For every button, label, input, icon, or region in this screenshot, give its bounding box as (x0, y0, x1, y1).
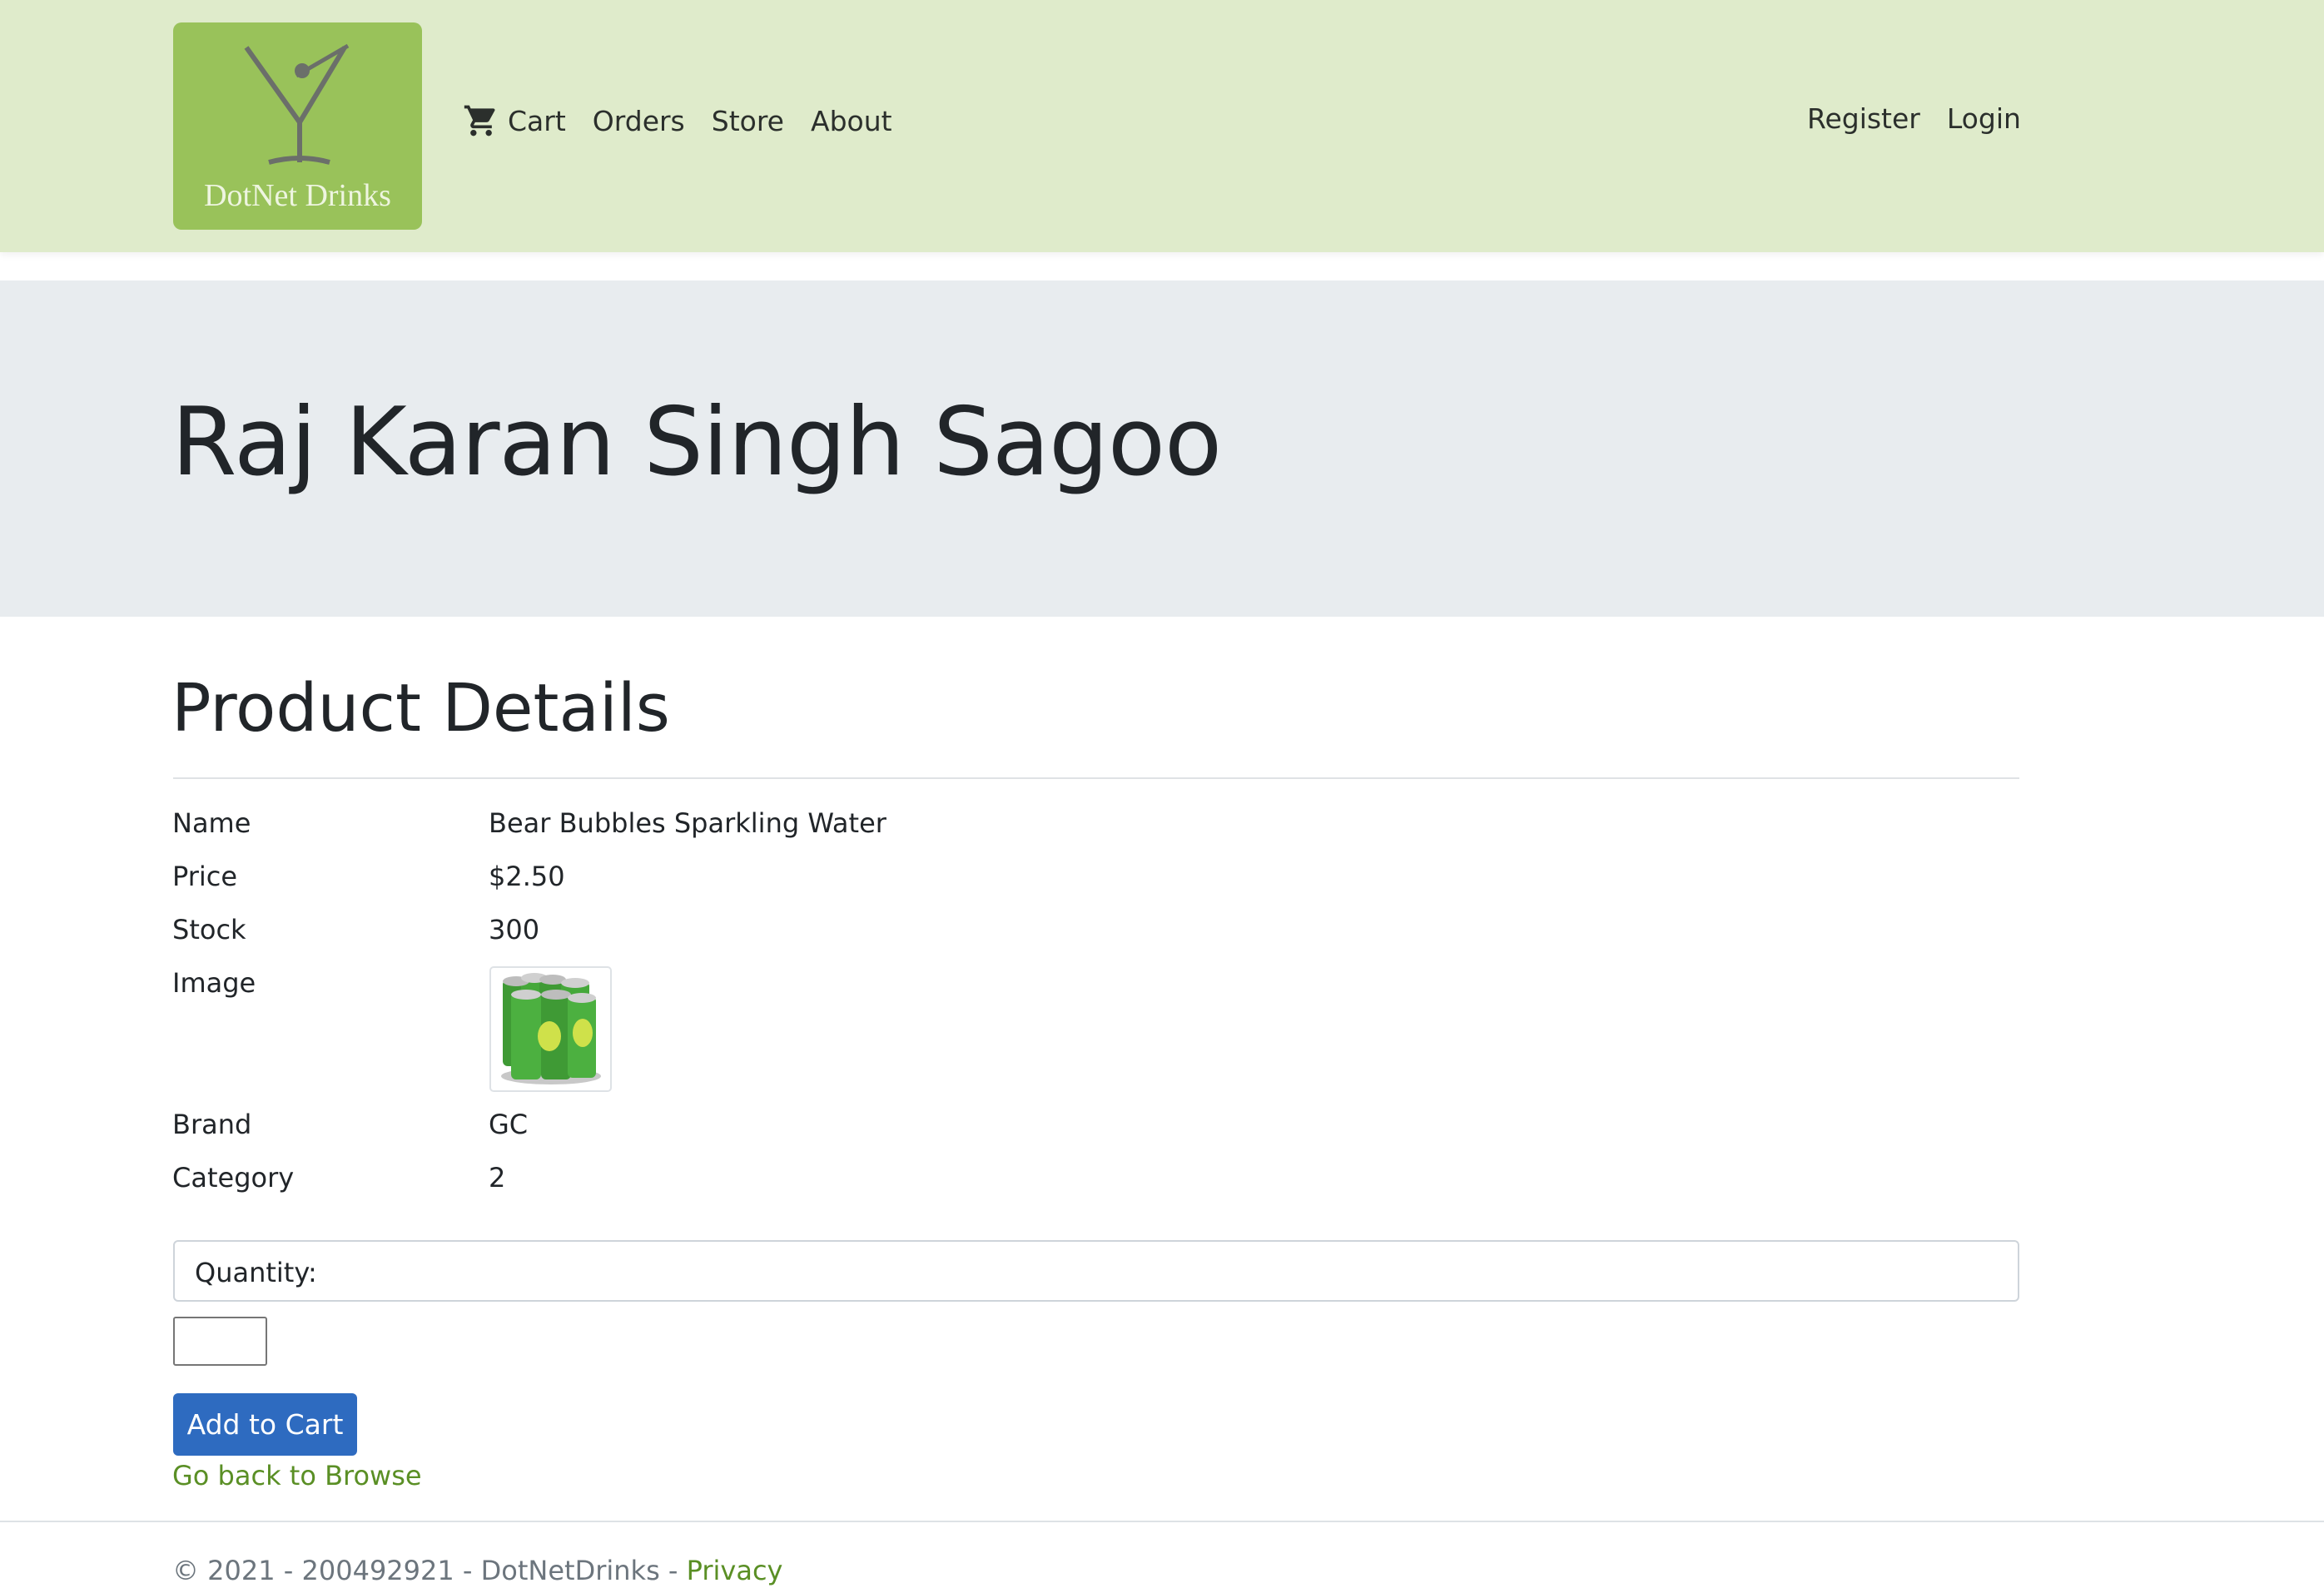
quantity-input[interactable] (173, 1317, 267, 1366)
detail-label-image: Image (172, 967, 256, 999)
privacy-link[interactable]: Privacy (687, 1555, 783, 1586)
detail-value-brand: GC (489, 1109, 529, 1140)
nav-primary: Cart Orders Store About (463, 102, 919, 139)
nav-login-link[interactable]: Login (1947, 102, 2021, 135)
back-to-browse-link[interactable]: Go back to Browse (172, 1460, 422, 1491)
nav-register-link[interactable]: Register (1807, 102, 1920, 135)
brand-logo[interactable]: DotNet Drinks (173, 22, 422, 230)
detail-label-name: Name (172, 807, 251, 839)
detail-label-stock: Stock (172, 914, 246, 945)
detail-value-category: 2 (489, 1162, 506, 1194)
quantity-label-box: Quantity: (173, 1240, 2019, 1302)
nav-account: Register Login (1807, 102, 2048, 135)
detail-value-name: Bear Bubbles Sparkling Water (489, 807, 886, 839)
divider (173, 777, 2019, 779)
quantity-label: Quantity: (195, 1257, 317, 1288)
nav-orders-link[interactable]: Orders (593, 105, 685, 137)
page-title: Product Details (171, 670, 670, 747)
green-cans-icon (501, 973, 601, 1084)
detail-label-price: Price (172, 861, 238, 892)
nav-cart-link[interactable]: Cart (463, 102, 566, 139)
nav-store-link[interactable]: Store (712, 105, 784, 137)
detail-value-stock: 300 (489, 914, 540, 945)
detail-value-price: $2.50 (489, 861, 565, 892)
nav-cart-label: Cart (508, 104, 566, 137)
footer-text: © 2021 - 200492921 - DotNetDrinks - (172, 1555, 687, 1586)
navbar: DotNet Drinks Cart Orders Store About Re… (0, 0, 2324, 252)
product-image (489, 966, 612, 1092)
detail-label-category: Category (172, 1162, 295, 1194)
brand-text: DotNet Drinks (204, 178, 391, 213)
footer-divider (0, 1521, 2324, 1522)
detail-label-brand: Brand (172, 1109, 252, 1140)
nav-about-link[interactable]: About (811, 105, 892, 137)
jumbotron-title: Raj Karan Singh Sagoo (171, 387, 1222, 497)
add-to-cart-button[interactable]: Add to Cart (173, 1393, 357, 1456)
cart-icon (463, 102, 499, 139)
footer: © 2021 - 200492921 - DotNetDrinks - Priv… (172, 1555, 782, 1586)
